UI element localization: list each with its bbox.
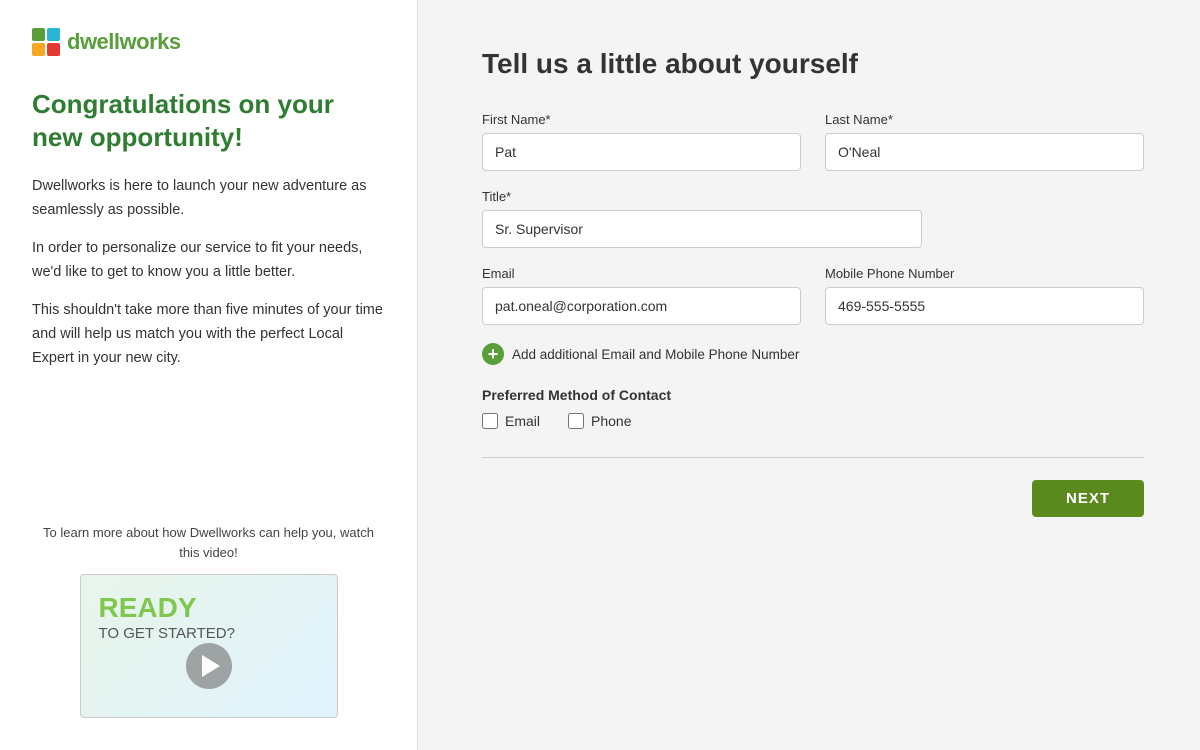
email-group: Email: [482, 266, 801, 325]
video-prompt-text: To learn more about how Dwellworks can h…: [32, 523, 385, 562]
logo-icon-tl: [32, 28, 45, 41]
last-name-input[interactable]: [825, 133, 1144, 171]
email-checkbox-label: Email: [505, 413, 540, 429]
play-icon: [202, 655, 220, 677]
name-row: First Name* Last Name*: [482, 112, 1144, 171]
video-ready-word: READY: [99, 593, 235, 624]
logo-text: dwellworks: [67, 29, 181, 55]
logo-icon-br: [47, 43, 60, 56]
logo-icon-bl: [32, 43, 45, 56]
form-title: Tell us a little about yourself: [482, 48, 1144, 80]
email-checkbox[interactable]: [482, 413, 498, 429]
preferred-contact-section: Preferred Method of Contact Email Phone: [482, 387, 1144, 429]
last-name-group: Last Name*: [825, 112, 1144, 171]
add-contact-row[interactable]: + Add additional Email and Mobile Phone …: [482, 343, 1144, 365]
logo-icon: [32, 28, 60, 56]
contact-row: Email Mobile Phone Number: [482, 266, 1144, 325]
title-row: Title*: [482, 189, 1144, 248]
video-to-get-started: TO GET STARTED?: [99, 626, 235, 643]
add-contact-text: Add additional Email and Mobile Phone Nu…: [512, 347, 799, 362]
last-name-label: Last Name*: [825, 112, 1144, 127]
title-group: Title*: [482, 189, 922, 248]
first-name-input[interactable]: [482, 133, 801, 171]
congrats-heading: Congratulations on your new opportunity!: [32, 88, 385, 153]
logo: dwellworks: [32, 28, 385, 56]
right-panel: Tell us a little about yourself First Na…: [418, 0, 1200, 750]
phone-group: Mobile Phone Number: [825, 266, 1144, 325]
title-input[interactable]: [482, 210, 922, 248]
phone-checkbox-item[interactable]: Phone: [568, 413, 631, 429]
phone-checkbox-label: Phone: [591, 413, 631, 429]
phone-checkbox[interactable]: [568, 413, 584, 429]
logo-icon-tr: [47, 28, 60, 41]
logo-area: dwellworks: [32, 28, 385, 56]
left-para-3: This shouldn't take more than five minut…: [32, 299, 385, 371]
first-name-group: First Name*: [482, 112, 801, 171]
preferred-contact-options: Email Phone: [482, 413, 1144, 429]
video-thumbnail[interactable]: READY TO GET STARTED?: [80, 574, 338, 718]
left-para-2: In order to personalize our service to f…: [32, 237, 385, 285]
title-label: Title*: [482, 189, 922, 204]
email-checkbox-item[interactable]: Email: [482, 413, 540, 429]
video-play-button[interactable]: [186, 643, 232, 689]
phone-label: Mobile Phone Number: [825, 266, 1144, 281]
left-panel: dwellworks Congratulations on your new o…: [0, 0, 418, 750]
form-divider: [482, 457, 1144, 458]
profile-form: First Name* Last Name* Title* Email Mobi…: [482, 112, 1144, 429]
next-button[interactable]: NEXT: [1032, 480, 1144, 517]
bottom-row: NEXT: [482, 480, 1144, 517]
left-para-1: Dwellworks is here to launch your new ad…: [32, 175, 385, 223]
phone-input[interactable]: [825, 287, 1144, 325]
video-ready-label: READY TO GET STARTED?: [99, 593, 235, 642]
email-label: Email: [482, 266, 801, 281]
preferred-contact-label: Preferred Method of Contact: [482, 387, 1144, 403]
first-name-label: First Name*: [482, 112, 801, 127]
add-contact-icon: +: [482, 343, 504, 365]
email-input[interactable]: [482, 287, 801, 325]
